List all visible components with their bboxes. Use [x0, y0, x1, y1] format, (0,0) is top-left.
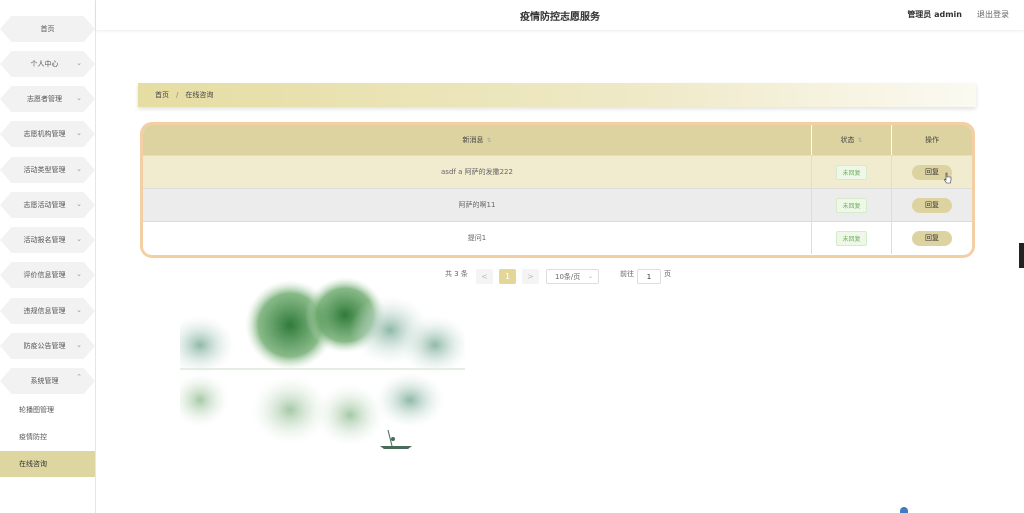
menu-item-label: 评价信息管理 [23, 271, 66, 279]
menu-item-label: 活动类型管理 [23, 166, 66, 174]
sub-item-label: 疫情防控 [19, 433, 47, 441]
top-header: 疫情防控志愿服务 管理员 admin 退出登录 [96, 0, 1024, 30]
menu-item-label: 志愿者管理 [27, 95, 62, 103]
menu-item-label: 个人中心 [30, 60, 59, 68]
sub-item-label: 在线咨询 [19, 460, 47, 468]
column-header-label: 操作 [925, 136, 939, 144]
sub-item-carousel-management[interactable]: 轮播图管理 [0, 397, 95, 423]
menu-item-label: 防疫公告管理 [23, 342, 66, 350]
menu-item-home[interactable]: 首页 [0, 16, 95, 42]
goto-label: 前往 [620, 270, 634, 278]
column-header-label: 状态 [840, 136, 855, 144]
page-title: 疫情防控志愿服务 [520, 12, 600, 23]
chevron-down-icon: ⌄ [76, 235, 82, 243]
message-cell: 提问1 [143, 222, 812, 254]
status-badge: 未回复 [836, 164, 867, 180]
status-cell: 未回复 [812, 156, 892, 188]
cursor-icon [944, 172, 952, 184]
action-cell: 回复 [892, 156, 972, 188]
action-cell: 回复 [892, 189, 972, 221]
chevron-down-icon: ⌄ [76, 341, 82, 349]
menu-item-label: 首页 [40, 25, 55, 33]
chevron-down-icon: ⌄ [76, 165, 82, 173]
menu-item-evaluation-management[interactable]: 评价信息管理 ⌄ [0, 262, 95, 288]
sub-item-online-consultation[interactable]: 在线咨询 [0, 451, 95, 477]
prev-page-button[interactable]: < [476, 269, 493, 284]
chevron-down-icon: ⌄ [587, 273, 593, 280]
column-header-label: 新消息 [462, 136, 484, 144]
menu-item-volunteer-management[interactable]: 志愿者管理 ⌄ [0, 86, 95, 112]
scrollbar-thumb[interactable] [1019, 243, 1024, 268]
menu-item-announcement-management[interactable]: 防疫公告管理 ⌄ [0, 333, 95, 359]
chevron-down-icon: ⌄ [76, 129, 82, 137]
chevron-down-icon: ⌄ [76, 306, 82, 314]
column-header-action: 操作 [892, 125, 972, 155]
status-badge: 未回复 [836, 230, 867, 246]
reply-button[interactable]: 回复 [912, 197, 952, 213]
table-row: 阿萨的啊11 未回复 回复 [143, 188, 972, 221]
menu-item-label: 志愿活动管理 [23, 201, 66, 209]
consultation-table: 新消息 ⇅ 状态 ⇅ 操作 asdf a 阿萨的发撒222 未回复 回复 阿萨的… [140, 122, 975, 258]
message-cell: 阿萨的啊11 [143, 189, 812, 221]
breadcrumb: 首页 / 在线咨询 [138, 83, 976, 107]
sort-icon[interactable]: ⇅ [857, 137, 862, 144]
sort-icon[interactable]: ⇅ [486, 137, 491, 144]
status-cell: 未回复 [812, 189, 892, 221]
menu-item-activity-type-management[interactable]: 活动类型管理 ⌄ [0, 157, 95, 183]
user-name: 管理员 admin [907, 10, 962, 19]
menu-item-personal-center[interactable]: 个人中心 ⌄ [0, 51, 95, 77]
status-cell: 未回复 [812, 222, 892, 254]
table-header: 新消息 ⇅ 状态 ⇅ 操作 [143, 125, 972, 155]
page-size-value: 10条/页 [555, 272, 581, 281]
breadcrumb-separator: / [176, 91, 179, 99]
table-row: 提问1 未回复 回复 [143, 221, 972, 254]
menu-item-system-management[interactable]: 系统管理 ⌃ [0, 368, 95, 394]
sub-item-epidemic-control[interactable]: 疫情防控 [0, 424, 95, 450]
menu-item-violation-management[interactable]: 违规信息管理 ⌄ [0, 298, 95, 324]
menu-item-registration-management[interactable]: 活动报名管理 ⌄ [0, 227, 95, 253]
sidebar: 首页 个人中心 ⌄ 志愿者管理 ⌄ 志愿机构管理 ⌄ 活动类型管理 ⌄ 志愿活动… [0, 0, 96, 513]
menu-item-organization-management[interactable]: 志愿机构管理 ⌄ [0, 121, 95, 147]
logout-link[interactable]: 退出登录 [977, 9, 1009, 20]
chevron-down-icon: ⌄ [76, 59, 82, 67]
breadcrumb-current: 在线咨询 [185, 91, 214, 99]
chevron-down-icon: ⌄ [76, 94, 82, 102]
page-size-select[interactable]: 10条/页 ⌄ [546, 269, 599, 284]
goto-page-input[interactable]: 1 [637, 269, 661, 284]
landscape-illustration [180, 277, 465, 449]
page-button-current[interactable]: 1 [499, 269, 516, 284]
menu-item-label: 志愿机构管理 [23, 130, 66, 138]
menu-item-label: 系统管理 [30, 377, 59, 385]
breadcrumb-home[interactable]: 首页 [155, 90, 169, 100]
column-header-message[interactable]: 新消息 ⇅ [143, 125, 812, 155]
menu-item-label: 违规信息管理 [23, 307, 66, 315]
menu-item-label: 活动报名管理 [23, 236, 66, 244]
message-cell: asdf a 阿萨的发撒222 [143, 156, 812, 188]
chevron-down-icon: ⌄ [76, 200, 82, 208]
chevron-down-icon: ⌄ [76, 270, 82, 278]
table-row: asdf a 阿萨的发撒222 未回复 回复 [143, 155, 972, 188]
column-header-status[interactable]: 状态 ⇅ [812, 125, 892, 155]
page-unit-label: 页 [664, 270, 671, 278]
next-page-button[interactable]: > [522, 269, 539, 284]
status-badge: 未回复 [836, 197, 867, 213]
floating-indicator [900, 507, 908, 513]
menu-item-volunteer-activity-management[interactable]: 志愿活动管理 ⌄ [0, 192, 95, 218]
reply-button[interactable]: 回复 [912, 230, 952, 246]
action-cell: 回复 [892, 222, 972, 254]
chevron-up-icon: ⌃ [76, 373, 82, 381]
sub-item-label: 轮播图管理 [19, 406, 54, 414]
